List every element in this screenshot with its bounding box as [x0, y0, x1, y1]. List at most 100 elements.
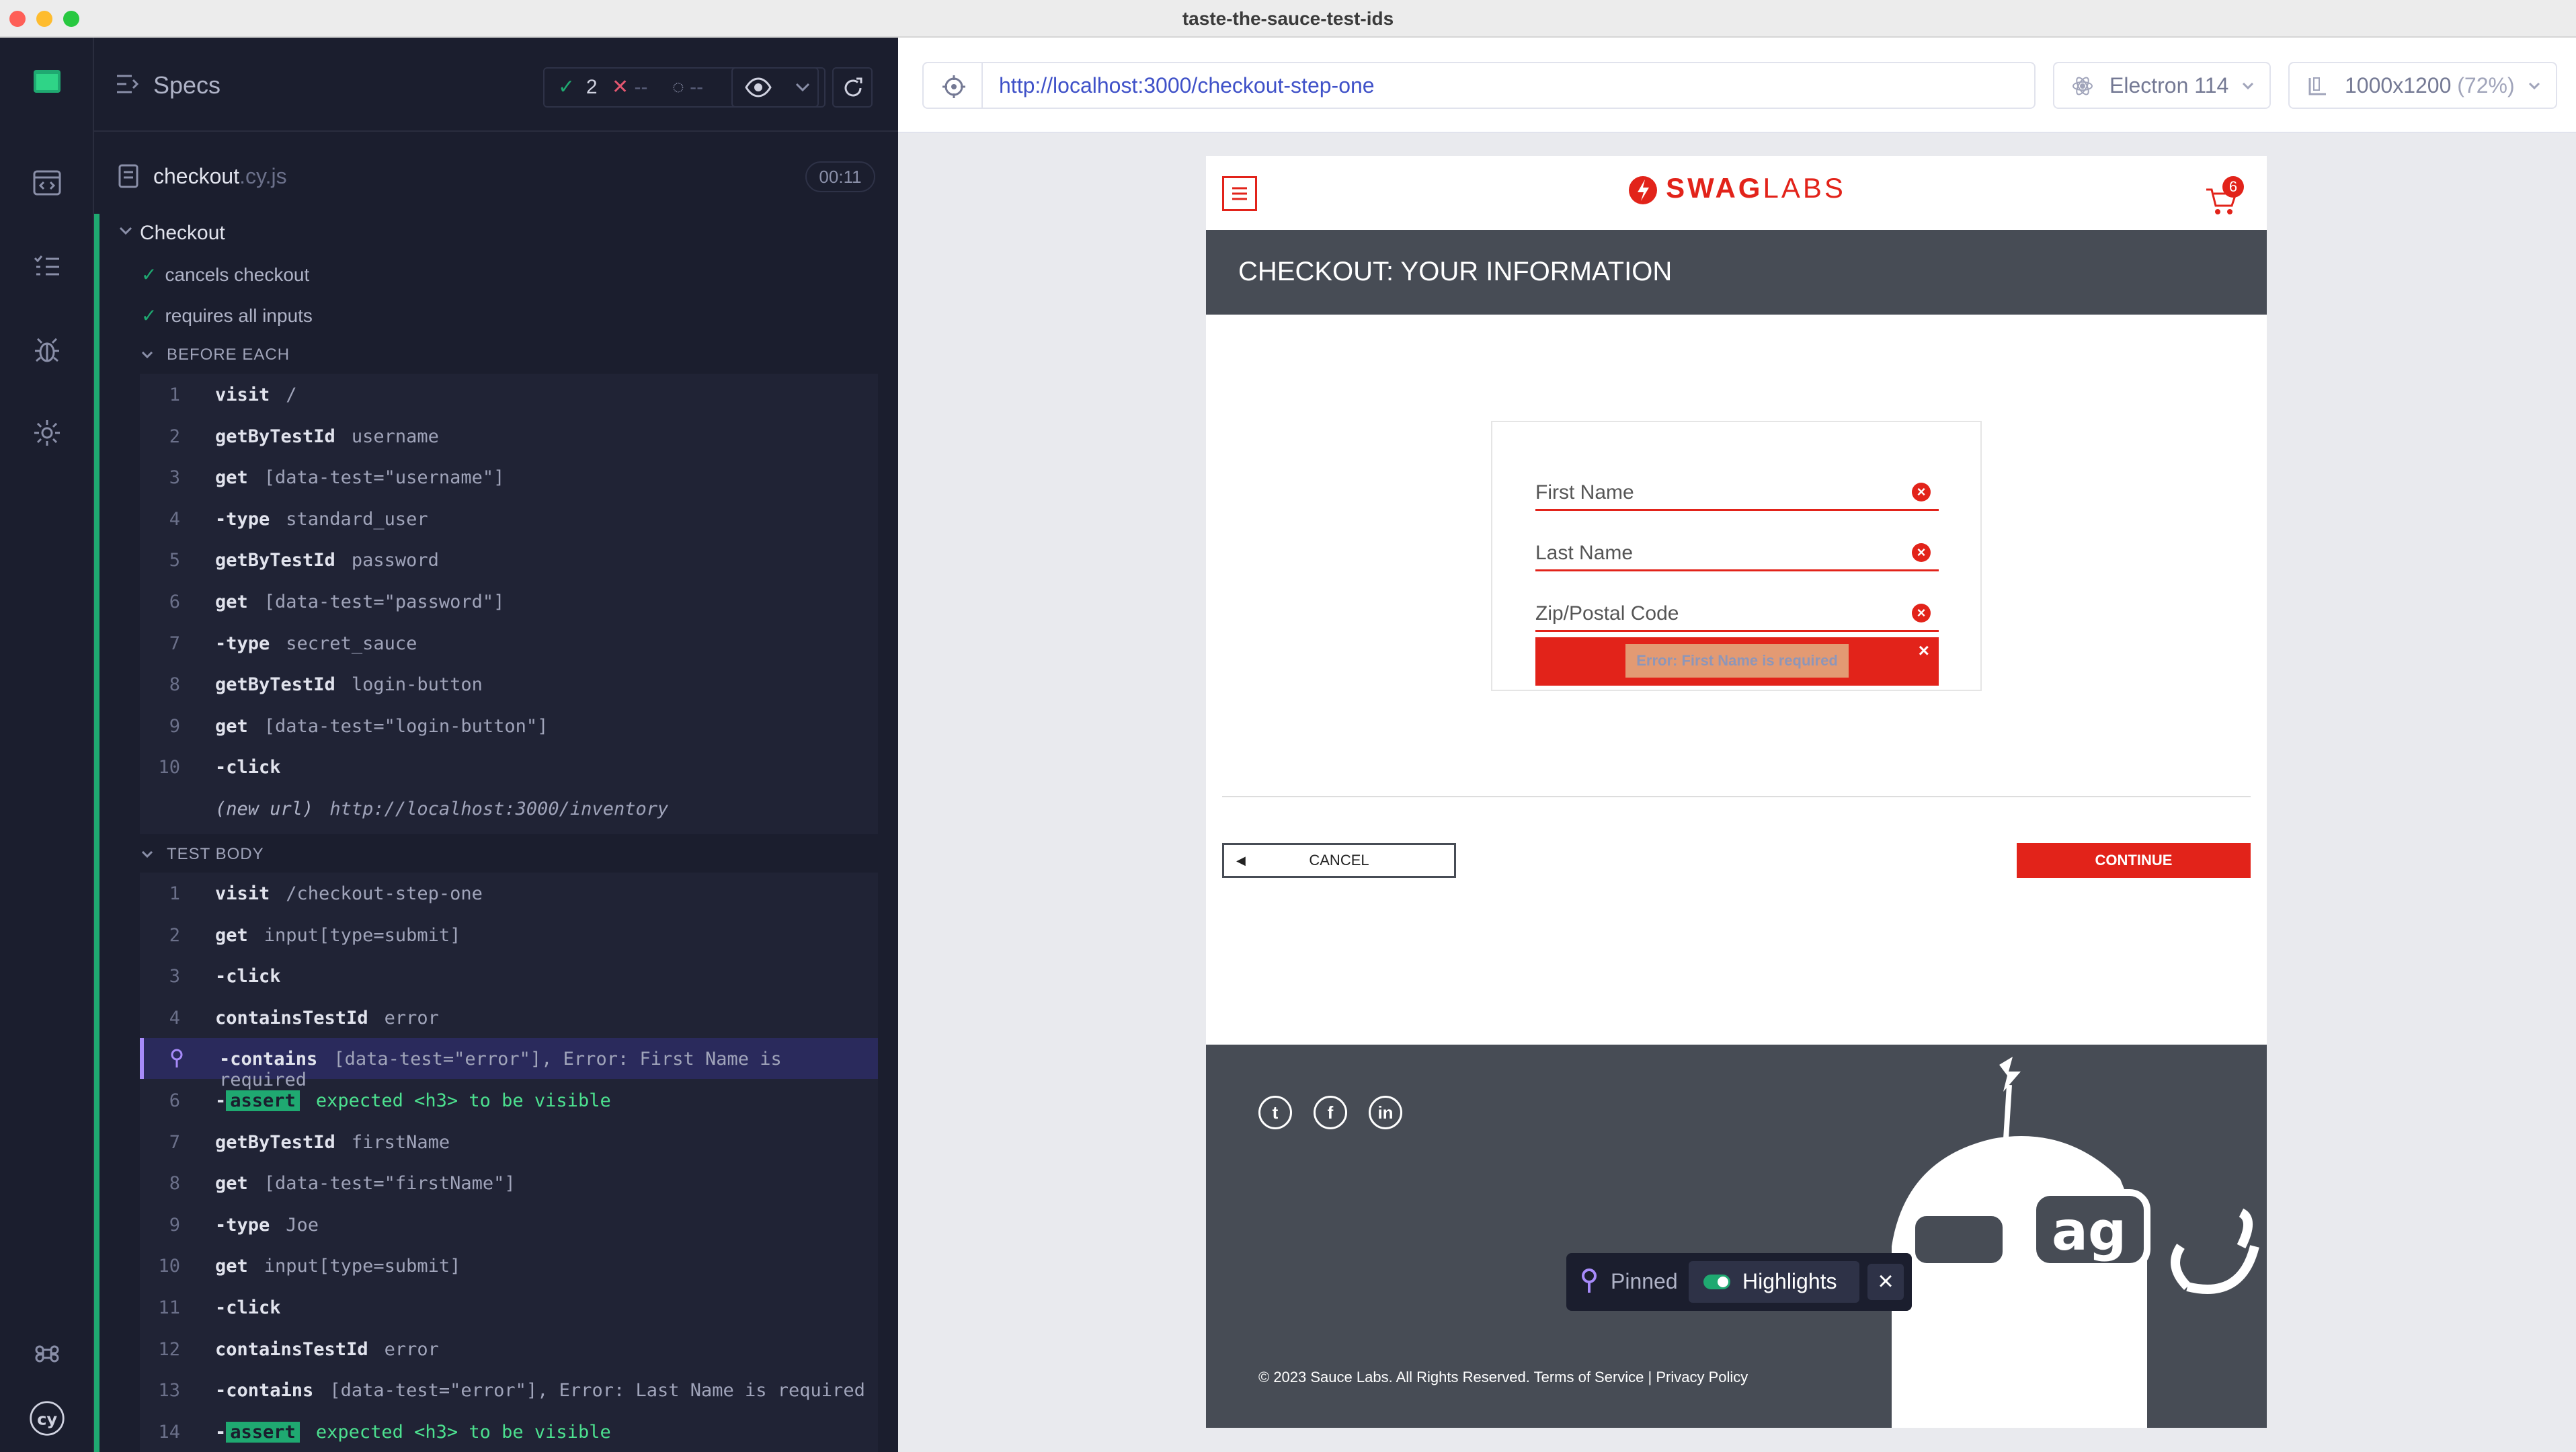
- aut-url-bar[interactable]: http://localhost:3000/checkout-step-one: [981, 62, 2036, 109]
- runs-nav-icon[interactable]: [28, 247, 66, 285]
- command-row[interactable]: 1 visit/checkout-step-one: [140, 873, 878, 914]
- command-name: getByTestId login-button: [215, 674, 483, 696]
- command-name: - assert expected <h3> to be visible: [215, 1421, 611, 1443]
- command-row[interactable]: 10 -click: [140, 746, 878, 787]
- passed-count: ✓ 2: [558, 76, 598, 98]
- command-row[interactable]: 6 get [data-test="password"]: [140, 581, 878, 622]
- command-row[interactable]: 2 getByTestId username: [140, 415, 878, 456]
- error-x-icon: ×: [1912, 483, 1931, 501]
- rerun-button[interactable]: [832, 67, 873, 108]
- command-row[interactable]: 13 -contains [data-test="error"], Error: L…: [140, 1369, 878, 1410]
- suite-title[interactable]: Checkout: [140, 222, 225, 245]
- command-row[interactable]: 9 get [data-test="login-button"]: [140, 705, 878, 746]
- cypress-logo-icon[interactable]: cy: [28, 1400, 66, 1437]
- test-item-requires-all-inputs[interactable]: ✓ requires all inputs: [141, 305, 313, 327]
- facebook-icon[interactable]: f: [1314, 1096, 1347, 1129]
- app-footer: t f in ag © 2023 Sauce Labs. All Rights …: [1206, 1045, 2267, 1428]
- twitter-icon[interactable]: t: [1258, 1096, 1292, 1129]
- postal-code-field[interactable]: Zip/Postal Code ×: [1535, 583, 1939, 632]
- browser-selector[interactable]: Electron 114: [2053, 62, 2271, 109]
- reporter-header: Specs ✓ 2 ✕ -- ◌ --: [94, 38, 898, 132]
- keyboard-shortcuts-icon[interactable]: [28, 1335, 66, 1373]
- command-name: -click: [215, 1297, 281, 1318]
- before-each-command-list: 1 visit/2 getByTestId username 3 get [data-tes…: [140, 374, 878, 834]
- test-body-title[interactable]: TEST BODY: [167, 845, 264, 864]
- command-message: [data-test="firstName"]: [264, 1173, 516, 1195]
- command-row[interactable]: 8 get [data-test="firstName"]: [140, 1162, 878, 1203]
- specs-nav-icon[interactable]: [28, 164, 66, 202]
- cancel-button[interactable]: ◀ CANCEL: [1222, 843, 1456, 878]
- command-number: 8: [169, 1173, 180, 1195]
- command-name: getByTestId firstName: [215, 1131, 450, 1153]
- command-message: expected <h3> to be visible: [315, 1421, 611, 1443]
- command-number: 2: [169, 426, 180, 447]
- command-number: 9: [169, 715, 180, 737]
- command-row[interactable]: 4 -type standard_user: [140, 498, 878, 539]
- command-name: visit/checkout-step-one: [215, 883, 483, 904]
- pinned-snapshot-toolbar: Pinned Highlights ×: [1566, 1253, 1912, 1311]
- command-row[interactable]: 11 -click: [140, 1287, 878, 1328]
- command-row[interactable]: 1 visit /: [140, 374, 878, 415]
- command-row[interactable]: 3 get [data-test="username"]: [140, 456, 878, 497]
- highlights-toggle[interactable]: Highlights: [1689, 1261, 1859, 1303]
- command-name: containsTestId error: [215, 1007, 439, 1028]
- test-item-cancels-checkout[interactable]: ✓ cancels checkout: [141, 264, 309, 286]
- linkedin-icon[interactable]: in: [1369, 1096, 1402, 1129]
- command-name: -type Joe: [215, 1214, 319, 1236]
- suite-collapse-chevron-icon[interactable]: [118, 226, 133, 237]
- command-number: 6: [169, 592, 180, 612]
- command-row[interactable]: 8 getByTestId login-button: [140, 663, 878, 704]
- command-message: [data-test="username"]: [264, 467, 505, 489]
- command-row[interactable]: 6- assert expected <h3> to be visible: [140, 1080, 878, 1121]
- specs-list-icon[interactable]: [116, 73, 141, 99]
- command-row[interactable]: 14- assert expected <h3> to be visible: [140, 1411, 878, 1452]
- toggle-switch[interactable]: [1703, 1275, 1730, 1289]
- first-name-field[interactable]: First Name ×: [1535, 462, 1939, 511]
- command-name: get input[type=submit]: [215, 1256, 461, 1277]
- auto-scroll-toggle[interactable]: [731, 67, 826, 108]
- command-row[interactable]: 4 containsTestId error: [140, 997, 878, 1038]
- unpin-close-button[interactable]: ×: [1867, 1264, 1904, 1300]
- command-row[interactable]: 7 getByTestId firstName: [140, 1121, 878, 1162]
- command-row[interactable]: -contains [data-test="error"], Error: Fir…: [140, 1038, 878, 1090]
- swag-bot-illustration: ag: [1892, 1057, 2259, 1428]
- command-row[interactable]: 10 get input[type=submit]: [140, 1245, 878, 1286]
- command-number: 1: [169, 883, 180, 904]
- command-message: username: [351, 426, 439, 447]
- command-name: (new url) http://localhost:3000/inventory: [215, 799, 669, 819]
- settings-gear-icon[interactable]: [28, 414, 66, 452]
- command-row[interactable]: 5 getByTestId password: [140, 539, 878, 580]
- command-row[interactable]: 9 -type Joe: [140, 1204, 878, 1245]
- command-number: 3: [169, 467, 180, 489]
- command-name: getByTestId username: [215, 426, 439, 447]
- command-name: get input[type=submit]: [215, 924, 461, 946]
- error-close-button[interactable]: ×: [1919, 640, 1929, 661]
- debug-bug-icon[interactable]: [28, 331, 66, 368]
- command-message: http://localhost:3000/inventory: [329, 799, 669, 819]
- command-row[interactable]: 12 containsTestId error: [140, 1328, 878, 1369]
- hook-collapse-chevron-icon[interactable]: [141, 850, 153, 860]
- command-name: get [data-test="login-button"]: [215, 715, 549, 737]
- hook-collapse-chevron-icon[interactable]: [141, 351, 153, 360]
- first-name-placeholder: First Name: [1535, 481, 1634, 503]
- last-name-placeholder: Last Name: [1535, 542, 1634, 564]
- command-log-reporter: Specs ✓ 2 ✕ -- ◌ -- checkout.cy.js 00:11…: [94, 38, 898, 1452]
- spec-file-row[interactable]: checkout.cy.js 00:11: [94, 152, 898, 206]
- before-each-hook-title[interactable]: BEFORE EACH: [167, 346, 290, 364]
- continue-button[interactable]: CONTINUE: [2017, 843, 2251, 878]
- command-number: 1: [169, 385, 180, 405]
- last-name-field[interactable]: Last Name ×: [1535, 523, 1939, 571]
- error-x-icon: ×: [1912, 543, 1931, 562]
- command-row[interactable]: 7 -type secret_sauce: [140, 622, 878, 663]
- command-name: -type standard_user: [215, 508, 428, 530]
- command-number: 11: [158, 1297, 180, 1318]
- viewport-info-button[interactable]: 1000x1200 (72%): [2288, 62, 2557, 109]
- command-name: -contains [data-test="error"], Error: Las…: [215, 1380, 865, 1402]
- command-row[interactable]: 3 -click: [140, 955, 878, 996]
- selector-playground-button[interactable]: [922, 62, 983, 109]
- specs-label[interactable]: Specs: [153, 71, 220, 99]
- command-row[interactable]: 2 get input[type=submit]: [140, 914, 878, 955]
- cypress-app-icon[interactable]: [28, 63, 66, 101]
- command-row[interactable]: (new url) http://localhost:3000/inventory: [140, 788, 878, 829]
- command-number: 8: [169, 674, 180, 696]
